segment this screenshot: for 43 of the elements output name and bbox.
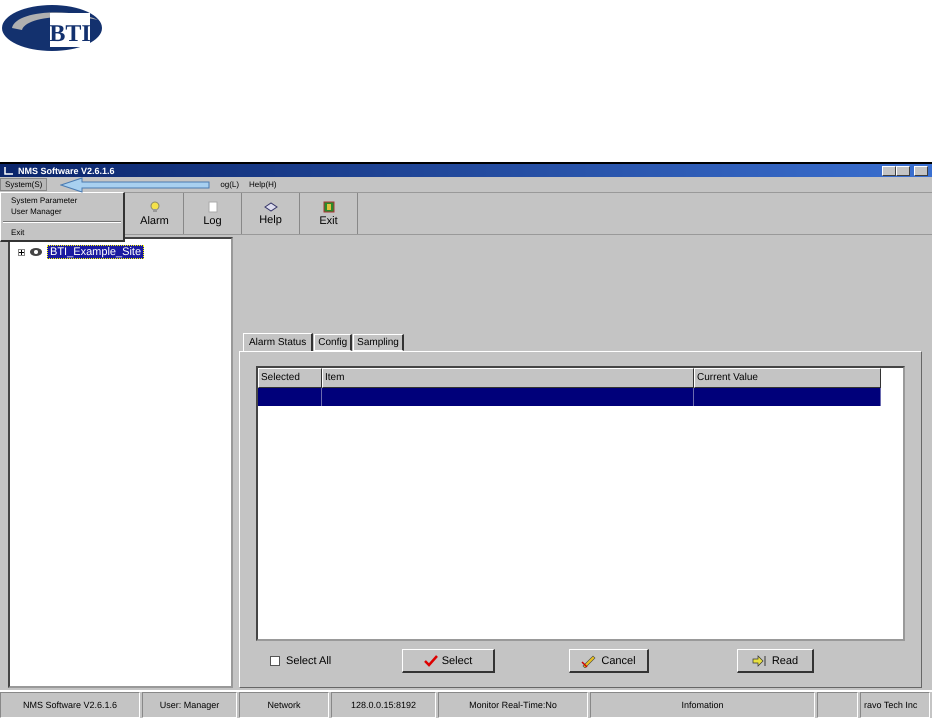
lightbulb-icon xyxy=(148,200,160,212)
tree-item[interactable]: BTI_Example_Site xyxy=(47,245,144,259)
app-icon xyxy=(4,166,14,175)
status-panel: User: Manager xyxy=(142,692,237,718)
toolbar-button[interactable]: Help xyxy=(242,193,300,234)
status-panel: 128.0.0.15:8192 xyxy=(331,692,436,718)
menu-option[interactable]: User Manager xyxy=(1,206,123,217)
status-panel: Monitor Real-Time:No xyxy=(438,692,588,718)
door-icon xyxy=(322,200,334,212)
window-title: NMS Software V2.6.1.6 xyxy=(18,166,116,176)
status-panel: Infomation xyxy=(590,692,815,718)
action-button[interactable]: Select xyxy=(402,649,495,673)
action-button[interactable]: Cancel xyxy=(569,649,649,673)
status-panel: Network xyxy=(239,692,329,718)
column-header[interactable]: Current Value xyxy=(694,368,881,388)
status-panel: NMS Software V2.6.1.6 xyxy=(0,692,140,718)
toolbar-button[interactable]: Exit xyxy=(300,193,358,234)
maximize-button[interactable] xyxy=(896,166,910,176)
menu-item[interactable]: Help(H) xyxy=(244,178,282,191)
column-header[interactable]: Selected xyxy=(258,368,322,388)
select-all-checkbox[interactable]: Select All xyxy=(270,655,402,667)
action-button[interactable]: Read xyxy=(737,649,814,673)
status-panel-empty xyxy=(817,692,858,718)
tab[interactable]: Alarm Status xyxy=(243,333,314,351)
status-panel: ravo Tech Inc xyxy=(860,692,930,718)
expand-icon[interactable] xyxy=(18,248,25,256)
toolbar-button[interactable]: Alarm xyxy=(126,193,184,234)
column-header[interactable]: Item xyxy=(322,368,694,388)
menu-option[interactable]: System Parameter xyxy=(1,195,123,206)
eye-icon xyxy=(29,247,43,257)
menu-option[interactable]: Exit xyxy=(1,227,123,238)
arrow-into-box-icon xyxy=(752,654,768,666)
tab[interactable]: Config xyxy=(314,334,352,351)
checkmark-icon xyxy=(424,654,438,666)
pencil-icon xyxy=(581,654,598,668)
tab[interactable]: Sampling xyxy=(353,334,404,351)
minimize-button[interactable] xyxy=(882,166,896,176)
document-icon xyxy=(208,200,218,212)
menu-item[interactable]: og(L) xyxy=(215,178,244,191)
book-icon xyxy=(264,202,278,212)
toolbar-button[interactable]: Log xyxy=(184,193,242,234)
menu-item[interactable]: System(S) xyxy=(0,178,48,191)
close-button[interactable] xyxy=(914,166,928,176)
